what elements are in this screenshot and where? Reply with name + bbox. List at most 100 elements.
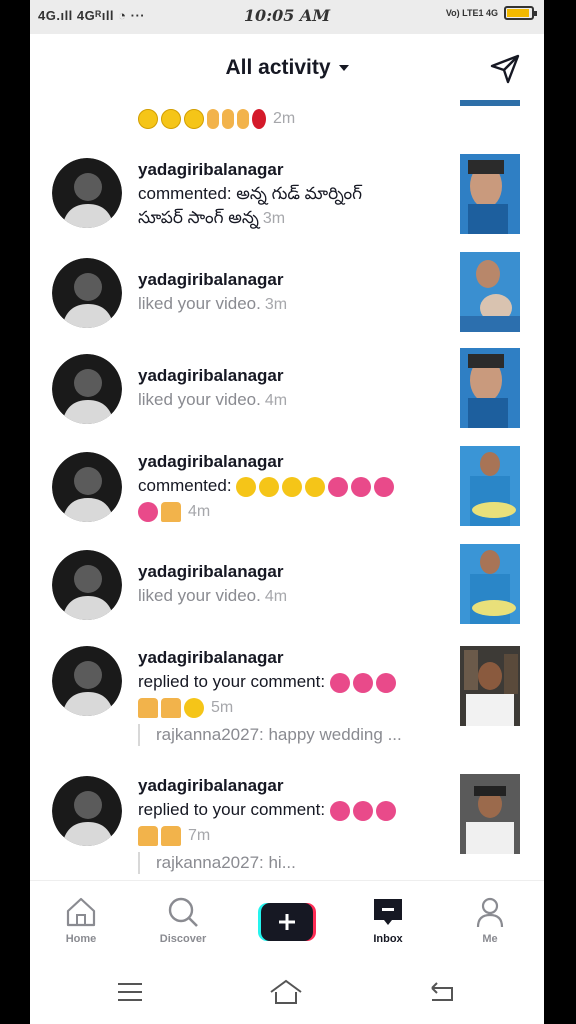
- activity-text: replied to your comment: 7m: [138, 798, 438, 848]
- bouquet-emoji-icon: [375, 801, 396, 822]
- bouquet-emoji-icon: [138, 501, 158, 522]
- video-thumbnail[interactable]: [460, 544, 520, 624]
- hugging-emoji-icon: [282, 477, 303, 498]
- send-filter-icon[interactable]: [488, 52, 522, 86]
- activity-text: commented: అన్న గుడ్ మార్నింగ్ సూపర్ సాం…: [138, 182, 438, 231]
- reply-quote: rajkanna2027: happy wedding ...: [138, 724, 402, 746]
- menu-icon[interactable]: [116, 980, 144, 1004]
- ok-hand-emoji-icon: [237, 109, 249, 130]
- home-system-icon[interactable]: [268, 978, 304, 1006]
- emoji-sequence: [236, 475, 397, 499]
- reply-quote: rajkanna2027: hi...: [138, 852, 296, 874]
- list-item[interactable]: yadagiribalanagar commented: అన్న గుడ్ మ…: [30, 150, 544, 250]
- activity-time: 3m: [264, 296, 288, 313]
- ok-hand-emoji-icon: [222, 109, 234, 130]
- activity-time: 2m: [273, 110, 296, 127]
- video-thumbnail[interactable]: [460, 100, 520, 106]
- back-icon[interactable]: [428, 980, 456, 1004]
- bouquet-emoji-icon: [352, 673, 373, 694]
- battery-fill: [507, 9, 529, 17]
- list-item[interactable]: yadagiribalanagar liked your video. 4m: [30, 346, 544, 442]
- nav-discover[interactable]: Discover: [143, 895, 223, 945]
- search-icon: [168, 897, 198, 927]
- activity-text: commented: 4m: [138, 474, 438, 524]
- network-label: Vo) LTE1 4G: [445, 8, 498, 18]
- list-item[interactable]: yadagiribalanagar liked your video. 4m: [30, 542, 544, 638]
- activity-action: replied to your comment:: [138, 672, 326, 691]
- video-thumbnail[interactable]: [460, 646, 520, 726]
- bouquet-emoji-icon: [374, 477, 395, 498]
- activity-text: liked your video. 4m: [138, 388, 438, 413]
- activity-list: 2m yadagiribalanagar commented: అన్న గుడ…: [30, 100, 544, 880]
- system-navigation: [30, 962, 544, 1024]
- activity-action: liked your video.: [138, 294, 261, 313]
- avatar[interactable]: [52, 258, 122, 328]
- activity-time: 4m: [188, 502, 211, 520]
- avatar[interactable]: [52, 550, 122, 620]
- comment-line-2: సూపర్ సాంగ్ అన్న: [138, 208, 259, 227]
- activity-text: liked your video. 4m: [138, 584, 438, 609]
- create-video-button[interactable]: [258, 903, 316, 941]
- battery-icon: [504, 6, 537, 20]
- caret-down-icon: [338, 65, 349, 72]
- hugging-emoji-icon: [184, 697, 204, 718]
- video-thumbnail[interactable]: [460, 154, 520, 234]
- activity-header: All activity: [30, 34, 544, 100]
- activity-filter-dropdown[interactable]: All activity: [30, 56, 544, 80]
- video-thumbnail[interactable]: [460, 774, 520, 854]
- bouquet-emoji-icon: [329, 673, 350, 694]
- ok-hand-emoji-icon: [207, 109, 219, 130]
- activity-action: commented:: [138, 476, 232, 495]
- username[interactable]: yadagiribalanagar: [138, 648, 284, 668]
- list-item[interactable]: yadagiribalanagar commented: 4m: [30, 442, 544, 542]
- video-thumbnail[interactable]: [460, 348, 520, 428]
- bottom-navigation: Home Discover Inbox Me: [30, 880, 544, 963]
- list-item[interactable]: 2m: [30, 100, 544, 140]
- video-thumbnail[interactable]: [460, 252, 520, 332]
- list-item[interactable]: yadagiribalanagar liked your video. 3m: [30, 250, 544, 346]
- username[interactable]: yadagiribalanagar: [138, 366, 284, 386]
- emoji-sequence: [329, 799, 399, 823]
- avatar[interactable]: [52, 776, 122, 846]
- laughing-emoji-icon: [161, 109, 181, 130]
- emoji-sequence: [138, 823, 184, 847]
- emoji-sequence: [138, 499, 184, 523]
- home-icon: [66, 897, 96, 927]
- rose-emoji-icon: [252, 109, 266, 130]
- avatar[interactable]: [52, 158, 122, 228]
- nav-label: Home: [65, 933, 97, 945]
- avatar[interactable]: [52, 354, 122, 424]
- bouquet-emoji-icon: [375, 673, 396, 694]
- username[interactable]: yadagiribalanagar: [138, 160, 284, 180]
- nav-home[interactable]: Home: [41, 895, 121, 945]
- activity-time: 3m: [262, 210, 286, 227]
- activity-text: liked your video. 3m: [138, 292, 438, 317]
- nav-me[interactable]: Me: [450, 895, 530, 945]
- folded-hands-emoji-icon: [161, 825, 181, 846]
- username[interactable]: yadagiribalanagar: [138, 776, 284, 796]
- activity-text: 2m: [138, 106, 438, 131]
- activity-text: replied to your comment: 5m: [138, 670, 438, 720]
- activity-time: 4m: [264, 588, 288, 605]
- avatar[interactable]: [52, 100, 122, 124]
- nav-inbox[interactable]: Inbox: [348, 895, 428, 945]
- username[interactable]: yadagiribalanagar: [138, 452, 284, 472]
- username[interactable]: yadagiribalanagar: [138, 562, 284, 582]
- bouquet-emoji-icon: [351, 477, 372, 498]
- emoji-sequence: [138, 107, 269, 131]
- activity-time: 7m: [188, 826, 211, 844]
- inbox-icon: [374, 899, 402, 925]
- emoji-sequence: [138, 695, 207, 719]
- bouquet-emoji-icon: [352, 801, 373, 822]
- laughing-emoji-icon: [138, 109, 158, 130]
- avatar[interactable]: [52, 452, 122, 522]
- status-right: Vo) LTE1 4G: [445, 6, 537, 20]
- folded-hands-emoji-icon: [161, 501, 181, 522]
- video-thumbnail[interactable]: [460, 446, 520, 526]
- list-item[interactable]: yadagiribalanagar replied to your commen…: [30, 638, 544, 766]
- bouquet-emoji-icon: [329, 801, 350, 822]
- bouquet-emoji-icon: [328, 477, 349, 498]
- username[interactable]: yadagiribalanagar: [138, 270, 284, 290]
- list-item[interactable]: yadagiribalanagar replied to your commen…: [30, 766, 544, 880]
- avatar[interactable]: [52, 646, 122, 716]
